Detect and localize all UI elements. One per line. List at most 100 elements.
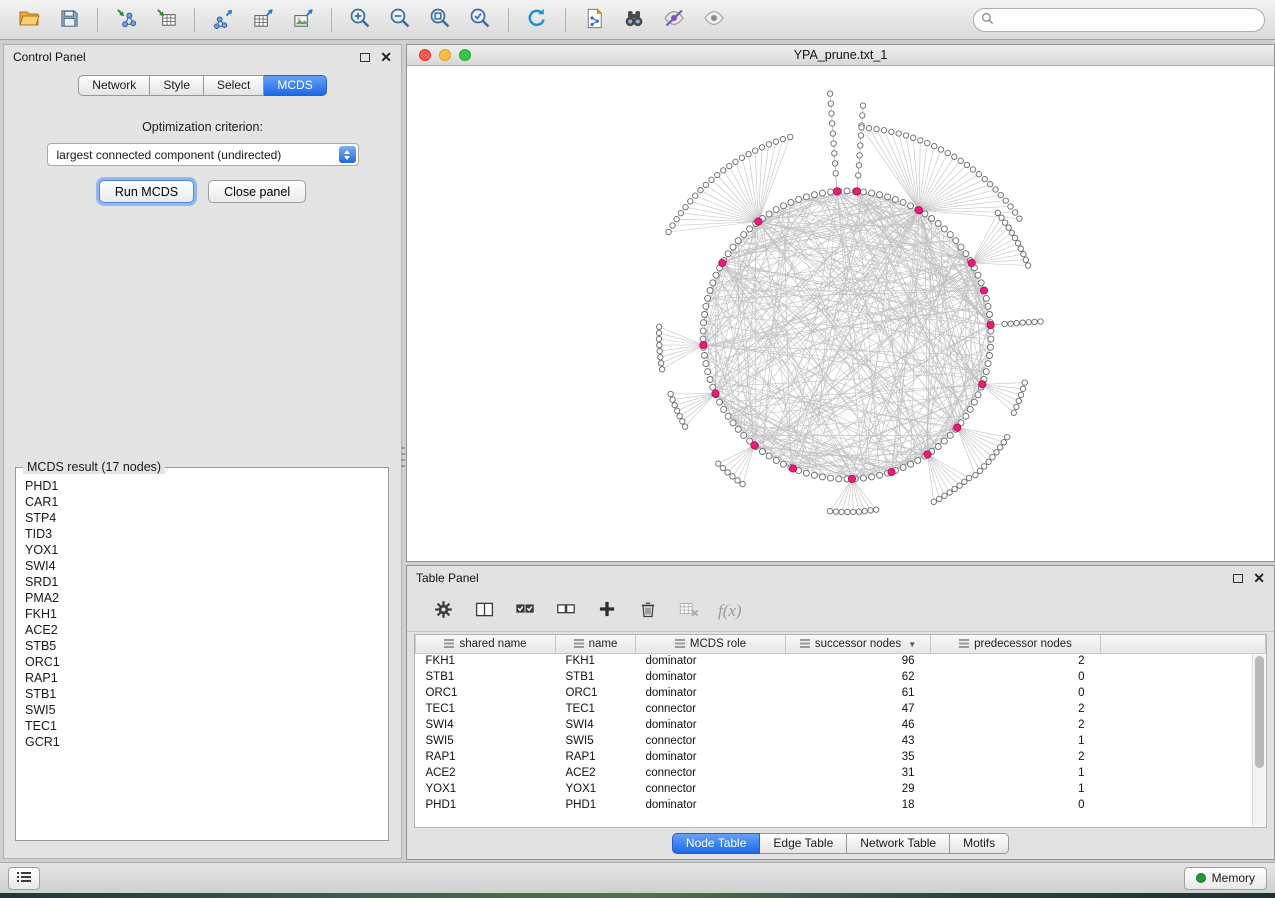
cell-predecessor-nodes[interactable]: 2 xyxy=(931,653,1101,669)
close-panel-button[interactable]: Close panel xyxy=(208,180,306,203)
cell-predecessor-nodes[interactable]: 1 xyxy=(931,765,1101,781)
mcds-result-item[interactable]: ACE2 xyxy=(25,622,388,638)
zoom-out-button[interactable] xyxy=(381,4,419,36)
table-tab-node-table[interactable]: Node Table xyxy=(672,833,761,854)
cell-successor-nodes[interactable]: 35 xyxy=(786,749,931,765)
search-binoculars-button[interactable] xyxy=(615,4,653,36)
tab-select[interactable]: Select xyxy=(204,75,264,96)
cell-mcds-role[interactable]: dominator xyxy=(636,749,786,765)
hide-graphics-details-button[interactable] xyxy=(655,4,693,36)
run-mcds-button[interactable]: Run MCDS xyxy=(99,180,194,203)
cell-predecessor-nodes[interactable]: 0 xyxy=(931,669,1101,685)
cell-mcds-role[interactable]: dominator xyxy=(636,685,786,701)
cell-shared-name[interactable]: STB1 xyxy=(416,669,556,685)
cell-successor-nodes[interactable]: 61 xyxy=(786,685,931,701)
mcds-result-item[interactable]: SWI4 xyxy=(25,558,388,574)
optimization-criterion-select[interactable]: largest connected component (undirected) xyxy=(47,143,359,166)
export-image-button[interactable] xyxy=(284,4,322,36)
cell-name[interactable]: RAP1 xyxy=(556,749,636,765)
mcds-result-item[interactable]: TID3 xyxy=(25,526,388,542)
cell-successor-nodes[interactable]: 62 xyxy=(786,669,931,685)
mcds-result-item[interactable]: STB5 xyxy=(25,638,388,654)
cell-shared-name[interactable]: ACE2 xyxy=(416,765,556,781)
cell-shared-name[interactable]: ORC1 xyxy=(416,685,556,701)
column-header-mcds-role[interactable]: MCDS role xyxy=(636,635,786,653)
cell-name[interactable]: ORC1 xyxy=(556,685,636,701)
add-column-button[interactable] xyxy=(595,599,619,623)
cell-predecessor-nodes[interactable]: 2 xyxy=(931,701,1101,717)
float-panel-icon[interactable] xyxy=(360,53,370,62)
window-maximize-icon[interactable] xyxy=(459,49,471,61)
table-row[interactable]: PHD1PHD1dominator180 xyxy=(416,797,1266,813)
network-canvas[interactable] xyxy=(407,66,1274,561)
window-minimize-icon[interactable] xyxy=(439,49,451,61)
cell-shared-name[interactable]: PHD1 xyxy=(416,797,556,813)
zoom-in-button[interactable] xyxy=(341,4,379,36)
function-builder-button[interactable]: f(x) xyxy=(718,601,742,621)
cell-successor-nodes[interactable]: 31 xyxy=(786,765,931,781)
cell-shared-name[interactable]: TEC1 xyxy=(416,701,556,717)
cell-mcds-role[interactable]: connector xyxy=(636,781,786,797)
cell-name[interactable]: STB1 xyxy=(556,669,636,685)
cell-shared-name[interactable]: YOX1 xyxy=(416,781,556,797)
cell-successor-nodes[interactable]: 29 xyxy=(786,781,931,797)
cell-name[interactable]: SWI4 xyxy=(556,717,636,733)
mcds-result-item[interactable]: FKH1 xyxy=(25,606,388,622)
refresh-view-button[interactable] xyxy=(518,4,556,36)
mcds-result-item[interactable]: STB1 xyxy=(25,686,388,702)
search-input[interactable] xyxy=(999,13,1257,27)
table-tab-network-table[interactable]: Network Table xyxy=(847,833,950,854)
cell-shared-name[interactable]: FKH1 xyxy=(416,653,556,669)
mcds-result-item[interactable]: SWI5 xyxy=(25,702,388,718)
column-header-shared-name[interactable]: shared name xyxy=(416,635,556,653)
column-header-successor-nodes[interactable]: successor nodes▼ xyxy=(786,635,931,653)
cell-predecessor-nodes[interactable]: 1 xyxy=(931,733,1101,749)
cell-predecessor-nodes[interactable]: 1 xyxy=(931,781,1101,797)
mcds-result-item[interactable]: RAP1 xyxy=(25,670,388,686)
cell-successor-nodes[interactable]: 46 xyxy=(786,717,931,733)
panel-splitter-handle[interactable] xyxy=(401,447,405,467)
cell-mcds-role[interactable]: dominator xyxy=(636,717,786,733)
mcds-result-item[interactable]: CAR1 xyxy=(25,494,388,510)
float-table-panel-icon[interactable] xyxy=(1233,574,1243,583)
export-network-button[interactable] xyxy=(204,4,242,36)
cell-mcds-role[interactable]: dominator xyxy=(636,797,786,813)
import-table-file-button[interactable] xyxy=(147,4,185,36)
cell-name[interactable]: YOX1 xyxy=(556,781,636,797)
table-settings-button[interactable] xyxy=(431,599,455,623)
table-row[interactable]: FKH1FKH1dominator962 xyxy=(416,653,1266,669)
cell-name[interactable]: ACE2 xyxy=(556,765,636,781)
cell-predecessor-nodes[interactable]: 0 xyxy=(931,685,1101,701)
show-graphics-details-button[interactable] xyxy=(695,4,733,36)
table-scrollbar[interactable] xyxy=(1252,654,1265,826)
close-panel-icon[interactable]: ✕ xyxy=(380,52,392,62)
cell-predecessor-nodes[interactable]: 2 xyxy=(931,717,1101,733)
scrollbar-thumb[interactable] xyxy=(1255,656,1264,768)
cell-shared-name[interactable]: SWI5 xyxy=(416,733,556,749)
mcds-result-item[interactable]: ORC1 xyxy=(25,654,388,670)
cell-name[interactable]: TEC1 xyxy=(556,701,636,717)
deselect-all-button[interactable] xyxy=(554,599,578,623)
table-row[interactable]: SWI5SWI5connector431 xyxy=(416,733,1266,749)
delete-column-button[interactable] xyxy=(636,599,660,623)
table-row[interactable]: ORC1ORC1dominator610 xyxy=(416,685,1266,701)
mcds-result-item[interactable]: SRD1 xyxy=(25,574,388,590)
cell-name[interactable]: SWI5 xyxy=(556,733,636,749)
table-row[interactable]: STB1STB1dominator620 xyxy=(416,669,1266,685)
table-row[interactable]: ACE2ACE2connector311 xyxy=(416,765,1266,781)
tab-style[interactable]: Style xyxy=(150,75,204,96)
select-all-button[interactable] xyxy=(513,599,537,623)
cell-mcds-role[interactable]: dominator xyxy=(636,669,786,685)
mcds-result-item[interactable]: PMA2 xyxy=(25,590,388,606)
mcds-result-item[interactable]: PHD1 xyxy=(25,478,388,494)
show-columns-button[interactable] xyxy=(472,599,496,623)
network-window-titlebar[interactable]: YPA_prune.txt_1 xyxy=(407,45,1274,66)
column-header-predecessor-nodes[interactable]: predecessor nodes xyxy=(931,635,1101,653)
cell-predecessor-nodes[interactable]: 0 xyxy=(931,797,1101,813)
cell-shared-name[interactable]: RAP1 xyxy=(416,749,556,765)
table-tab-motifs[interactable]: Motifs xyxy=(950,833,1009,854)
tab-network[interactable]: Network xyxy=(78,75,150,96)
table-tab-edge-table[interactable]: Edge Table xyxy=(760,833,847,854)
open-folder-button[interactable] xyxy=(10,4,48,36)
cell-successor-nodes[interactable]: 18 xyxy=(786,797,931,813)
